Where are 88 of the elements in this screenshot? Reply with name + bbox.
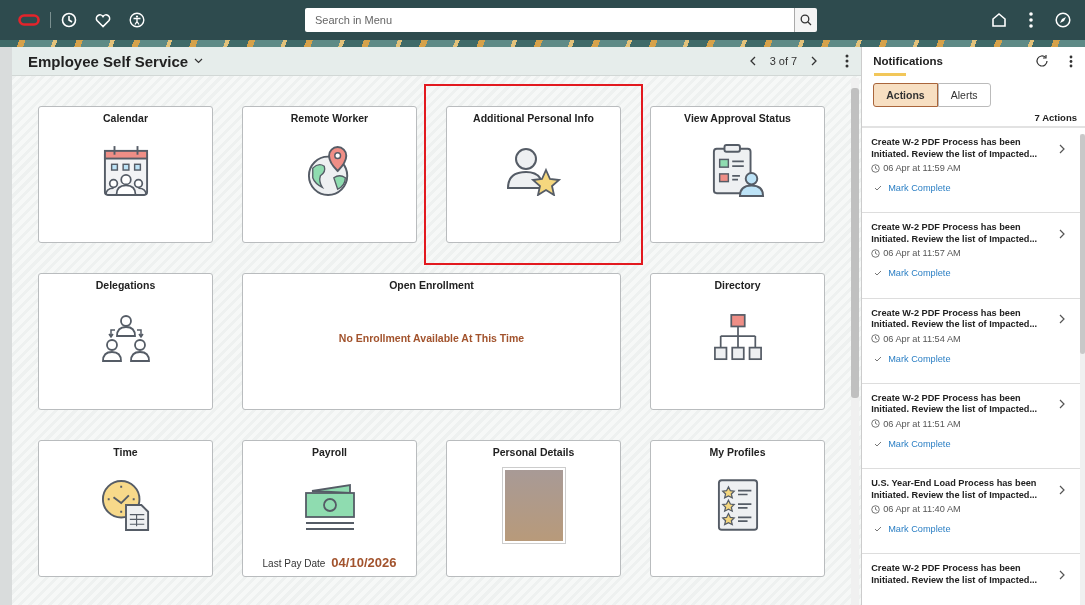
tile-title: View Approval Status xyxy=(684,112,791,124)
page-title[interactable]: Employee Self Service xyxy=(28,52,189,70)
delegation-people-icon xyxy=(101,314,150,362)
search-icon xyxy=(800,14,812,26)
notification-time: 06 Apr at 11:54 AM xyxy=(883,333,961,344)
clock-sheet-icon xyxy=(100,478,151,532)
chevron-right-icon[interactable] xyxy=(1059,314,1066,325)
tile-title: Calendar xyxy=(103,112,148,124)
tab[interactable]: Alerts xyxy=(937,83,991,107)
clipboard-person-icon xyxy=(710,144,765,198)
tile-title: Payroll xyxy=(312,446,347,458)
tab[interactable]: Actions xyxy=(873,83,938,107)
tile-title: Delegations xyxy=(95,279,156,291)
tile-title: Additional Personal Info xyxy=(473,112,594,124)
pay-date-label: Last Pay Date xyxy=(262,558,326,569)
tile[interactable]: Delegations xyxy=(38,273,213,410)
notification-title: Create W-2 PDF Process has been Initiated. Review the list of Impacted... xyxy=(871,392,1039,416)
heart-icon[interactable] xyxy=(95,12,111,28)
panel-title: Notifications xyxy=(873,55,944,67)
tile-title: Time xyxy=(113,446,138,458)
pay-date-value: 04/10/2026 xyxy=(331,555,397,570)
clock-icon[interactable] xyxy=(61,12,77,28)
mark-complete-link[interactable]: Mark Complete xyxy=(888,268,951,279)
chevron-right-icon[interactable] xyxy=(1059,570,1066,580)
notification-title: Create W-2 PDF Process has been Initiated. Review the list of Impacted... xyxy=(871,307,1039,331)
chevron-down-icon[interactable] xyxy=(194,58,204,64)
tile[interactable]: Personal Details xyxy=(446,440,621,577)
clock-icon xyxy=(871,504,881,514)
clock-icon xyxy=(871,419,881,429)
checkmark-icon xyxy=(874,270,883,277)
search-button[interactable] xyxy=(794,8,817,32)
tile[interactable]: Payroll Last Pay Date 04/10/2026 xyxy=(242,440,417,577)
search-field[interactable]: Search in Menu xyxy=(305,8,794,32)
mark-complete-link[interactable]: Mark Complete xyxy=(888,524,951,535)
page-counter: 3 of 7 xyxy=(769,55,798,67)
scrollbar[interactable] xyxy=(1080,134,1085,605)
tile-title: Remote Worker xyxy=(290,112,369,124)
checkmark-icon xyxy=(874,526,883,533)
tile[interactable]: View Approval Status xyxy=(650,106,825,243)
tile-title: Personal Details xyxy=(492,446,575,458)
compass-icon[interactable] xyxy=(1055,12,1071,28)
notification-time: 06 Apr at 11:59 AM xyxy=(883,163,961,173)
clock-icon xyxy=(871,334,881,344)
tile-title: My Profiles xyxy=(709,446,766,458)
clock-icon xyxy=(871,163,881,173)
notification-title: U.S. Year-End Load Process has been Initiated. Review the list of Impacted... xyxy=(871,478,1039,502)
org-chart-icon xyxy=(712,313,763,363)
tile-title: Open Enrollment xyxy=(389,279,474,291)
previous-icon[interactable] xyxy=(749,56,756,66)
person-star-icon xyxy=(505,146,562,196)
accessibility-icon[interactable] xyxy=(129,12,145,28)
tile-message: No Enrollment Available At This Time xyxy=(338,332,525,344)
tile[interactable]: Directory xyxy=(650,273,825,410)
calendar-people-icon xyxy=(102,145,149,197)
notification-title: Create W-2 PDF Process has been Initiated. Review the list of Impacted... xyxy=(871,137,1039,160)
chevron-right-icon[interactable] xyxy=(1059,399,1066,410)
home-icon[interactable] xyxy=(991,12,1007,28)
tile[interactable]: Remote Worker xyxy=(242,106,417,243)
tile[interactable]: Calendar xyxy=(38,106,213,243)
banknotes-icon xyxy=(303,482,356,531)
notification-time: 06 Apr at 11:40 AM xyxy=(883,504,961,515)
tile[interactable]: Additional Personal Info xyxy=(446,106,621,243)
next-icon[interactable] xyxy=(811,56,818,66)
more-options-icon[interactable] xyxy=(845,54,850,68)
scrollbar[interactable] xyxy=(851,78,860,605)
tile[interactable]: Open Enrollment No Enrollment Available At This Time xyxy=(242,273,621,410)
chevron-right-icon[interactable] xyxy=(1059,484,1066,495)
mark-complete-link[interactable]: Mark Complete xyxy=(888,353,951,364)
star-list-icon xyxy=(716,478,759,532)
clock-icon xyxy=(871,248,881,258)
checkmark-icon xyxy=(874,185,883,191)
notification-title: Create W-2 PDF Process has been Initiated. Review the list of Impacted... xyxy=(871,563,1039,587)
tile[interactable]: Time xyxy=(38,440,213,577)
chevron-right-icon[interactable] xyxy=(1059,228,1066,239)
checkmark-icon xyxy=(874,355,883,362)
chevron-right-icon[interactable] xyxy=(1059,143,1066,154)
more-options-icon[interactable] xyxy=(1029,12,1033,28)
tile[interactable]: My Profiles xyxy=(650,440,825,577)
action-count: 7 Actions xyxy=(1033,111,1078,125)
checkmark-icon xyxy=(874,440,883,447)
mark-complete-link[interactable]: Mark Complete xyxy=(888,183,951,193)
mark-complete-link[interactable]: Mark Complete xyxy=(888,438,951,449)
notification-time: 06 Apr at 11:57 AM xyxy=(883,248,961,259)
notification-time: 06 Apr at 11:51 AM xyxy=(883,418,961,429)
refresh-icon[interactable] xyxy=(1035,54,1049,68)
more-options-icon[interactable] xyxy=(1069,54,1073,68)
tile-title: Directory xyxy=(714,279,761,291)
notification-title: Create W-2 PDF Process has been Initiated. Review the list of Impacted... xyxy=(871,222,1039,246)
